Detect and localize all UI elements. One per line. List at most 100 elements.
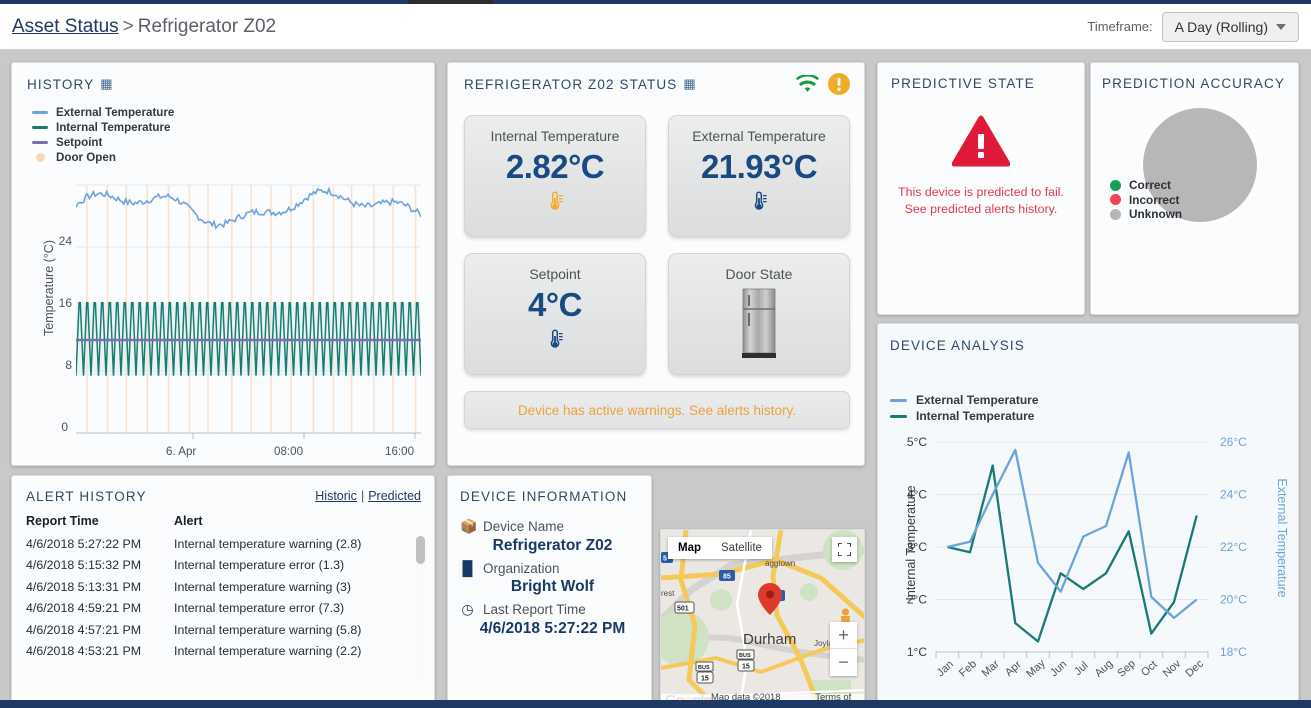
chevron-down-icon (1276, 23, 1286, 30)
device-analysis-card: DEVICE ANALYSIS External Temperature Int… (877, 323, 1299, 708)
cell-alert: Internal temperature error (7.3) (174, 601, 345, 616)
device-analysis-legend: External Temperature Internal Temperatur… (890, 392, 1039, 424)
scrollbar-thumb[interactable] (416, 536, 425, 564)
dot-swatch-icon (1110, 208, 1121, 220)
dot-swatch-icon (1110, 179, 1121, 191)
field-value-last-report-time: 4/6/2018 5:27:22 PM (479, 620, 626, 637)
dashboard-page: Asset Status > Refrigerator Z02 Timeframe:… (0, 0, 1311, 708)
legend-item: Unknown (1110, 207, 1182, 222)
column-header-report-time: Report Time (26, 514, 99, 528)
cell-report-time: 4/6/2018 5:27:22 PM (26, 536, 142, 551)
history-chart: Temperature (°C) 24 16 8 0 -8 (26, 173, 422, 496)
cell-report-time: 4/6/2018 5:15:32 PM (26, 558, 142, 573)
tile-setpoint[interactable]: Setpoint 4°C (464, 253, 646, 375)
predictive-state-title: PREDICTIVE STATE (891, 76, 1035, 91)
history-y-tick: 0 (61, 420, 68, 434)
alert-history-card: ALERT HISTORY Historic | Predicted Report … (11, 475, 435, 708)
svg-text:Dec: Dec (1183, 657, 1206, 679)
zoom-out-button[interactable]: − (830, 649, 857, 676)
history-plot (76, 184, 421, 439)
svg-text:rest: rest (661, 589, 675, 598)
svg-text:15: 15 (742, 664, 750, 671)
table-row[interactable]: 4/6/2018 5:13:31 PM Internal temperature … (26, 576, 422, 598)
status-warning-banner[interactable]: Device has active warnings. See alerts h… (464, 391, 850, 429)
table-row[interactable]: 4/6/2018 4:59:21 PM Internal temperature … (26, 598, 422, 620)
breadcrumb: Asset Status > Refrigerator Z02 (12, 16, 276, 38)
tab-predicted[interactable]: Predicted (368, 489, 421, 503)
legend-item: External Temperature (32, 105, 174, 120)
cell-report-time: 4/6/2018 4:59:21 PM (26, 601, 142, 616)
table-row[interactable]: 4/6/2018 5:27:22 PM Internal temperature … (26, 533, 422, 555)
fullscreen-icon[interactable] (832, 537, 857, 562)
svg-text:20°C: 20°C (1220, 593, 1247, 607)
alert-rows-container: 4/6/2018 5:27:22 PM Internal temperature … (26, 533, 422, 662)
table-row[interactable]: 4/6/2018 4:53:21 PM Internal temperature … (26, 641, 422, 663)
grid-icon[interactable]: ▦ (683, 76, 696, 92)
dashboard-stage: HISTORY ▦ External Temperature Internal … (0, 51, 1311, 708)
legend-item: Correct (1110, 178, 1182, 193)
history-legend: External Temperature Internal Temperatur… (32, 105, 174, 165)
history-x-tick: 08:00 (274, 445, 304, 458)
history-y-tick: 24 (58, 234, 72, 248)
svg-text:Jun: Jun (1048, 658, 1069, 679)
tile-internal-temperature[interactable]: Internal Temperature 2.82°C (464, 115, 646, 237)
svg-text:24°C: 24°C (1220, 488, 1247, 502)
breadcrumb-link-asset-status[interactable]: Asset Status (12, 16, 119, 37)
device-information-card: DEVICE INFORMATION 📦 Device Name Refrige… (447, 475, 652, 708)
legend-item: Internal Temperature (890, 408, 1039, 424)
map-card[interactable]: aggtown rest Joyland Durham 85 85 5 501 … (660, 529, 865, 708)
svg-text:5: 5 (663, 556, 667, 563)
map-type-satellite[interactable]: Satellite (711, 537, 772, 559)
device-information-title: DEVICE INFORMATION (460, 489, 628, 504)
cell-report-time: 4/6/2018 5:13:31 PM (26, 579, 142, 594)
svg-text:26°C: 26°C (1220, 435, 1247, 449)
tab-divider: | (360, 489, 365, 503)
alert-history-tabs: Historic | Predicted (315, 489, 421, 503)
legend-item: Internal Temperature (32, 120, 174, 135)
svg-text:Apr: Apr (1003, 658, 1024, 679)
svg-text:Mar: Mar (980, 658, 1002, 680)
svg-text:Sep: Sep (1115, 658, 1138, 680)
map-type-map[interactable]: Map (668, 537, 711, 559)
tile-door-state[interactable]: Door State (668, 253, 850, 375)
zoom-in-button[interactable]: + (830, 622, 857, 649)
device-information-fields: 📦 Device Name Refrigerator Z02 █ Organiz… (460, 516, 645, 643)
prediction-accuracy-title: PREDICTION ACCURACY (1102, 76, 1285, 91)
alert-triangle-icon (951, 115, 1011, 167)
thermometer-icon (547, 328, 564, 355)
alert-scrollbar[interactable] (415, 534, 426, 682)
status-indicators (796, 73, 850, 95)
map-type-control: Map Satellite (668, 537, 772, 559)
line-swatch-icon (32, 111, 48, 114)
timeframe-control: Timeframe: A Day (Rolling) (1087, 11, 1299, 42)
table-row[interactable]: 4/6/2018 5:15:32 PM Internal temperature … (26, 555, 422, 577)
predictive-state-card: PREDICTIVE STATE This device is predicte… (877, 62, 1085, 315)
svg-text:Jan: Jan (935, 658, 956, 679)
svg-text:1°C: 1°C (907, 645, 927, 659)
breadcrumb-current: Refrigerator Z02 (137, 15, 277, 37)
status-tile-row: Internal Temperature 2.82°C External Tem… (464, 115, 850, 237)
table-row[interactable]: 4/6/2018 4:57:21 PM Internal temperature … (26, 619, 422, 641)
dot-swatch-icon (1110, 194, 1121, 206)
svg-text:BUS: BUS (698, 665, 710, 671)
svg-text:85: 85 (723, 574, 731, 581)
timeframe-select[interactable]: A Day (Rolling) (1161, 11, 1299, 42)
tile-external-temperature[interactable]: External Temperature 21.93°C (668, 115, 850, 237)
legend-item: Door Open (32, 150, 174, 165)
cell-report-time: 4/6/2018 4:57:21 PM (26, 622, 142, 637)
cell-report-time: 4/6/2018 4:53:21 PM (26, 644, 142, 659)
history-x-tick: 6. Apr (166, 445, 197, 458)
accuracy-legend: Correct Incorrect Unknown (1110, 178, 1182, 222)
predictive-state-body: This device is predicted to fail. See pr… (878, 115, 1084, 217)
history-y-tick: 8 (65, 358, 72, 372)
svg-text:BUS: BUS (739, 653, 751, 659)
warning-badge-icon[interactable] (828, 73, 850, 95)
field-value-organization: Bright Wolf (510, 578, 595, 595)
device-analysis-chart: Internal Temperature External Temperatur… (878, 424, 1300, 708)
legend-item: Incorrect (1110, 193, 1182, 208)
svg-text:Oct: Oct (1139, 659, 1160, 679)
line-swatch-icon (890, 398, 907, 402)
map-pin-icon[interactable] (757, 582, 783, 621)
grid-icon[interactable]: ▦ (100, 76, 113, 92)
tab-historic[interactable]: Historic (315, 489, 357, 503)
